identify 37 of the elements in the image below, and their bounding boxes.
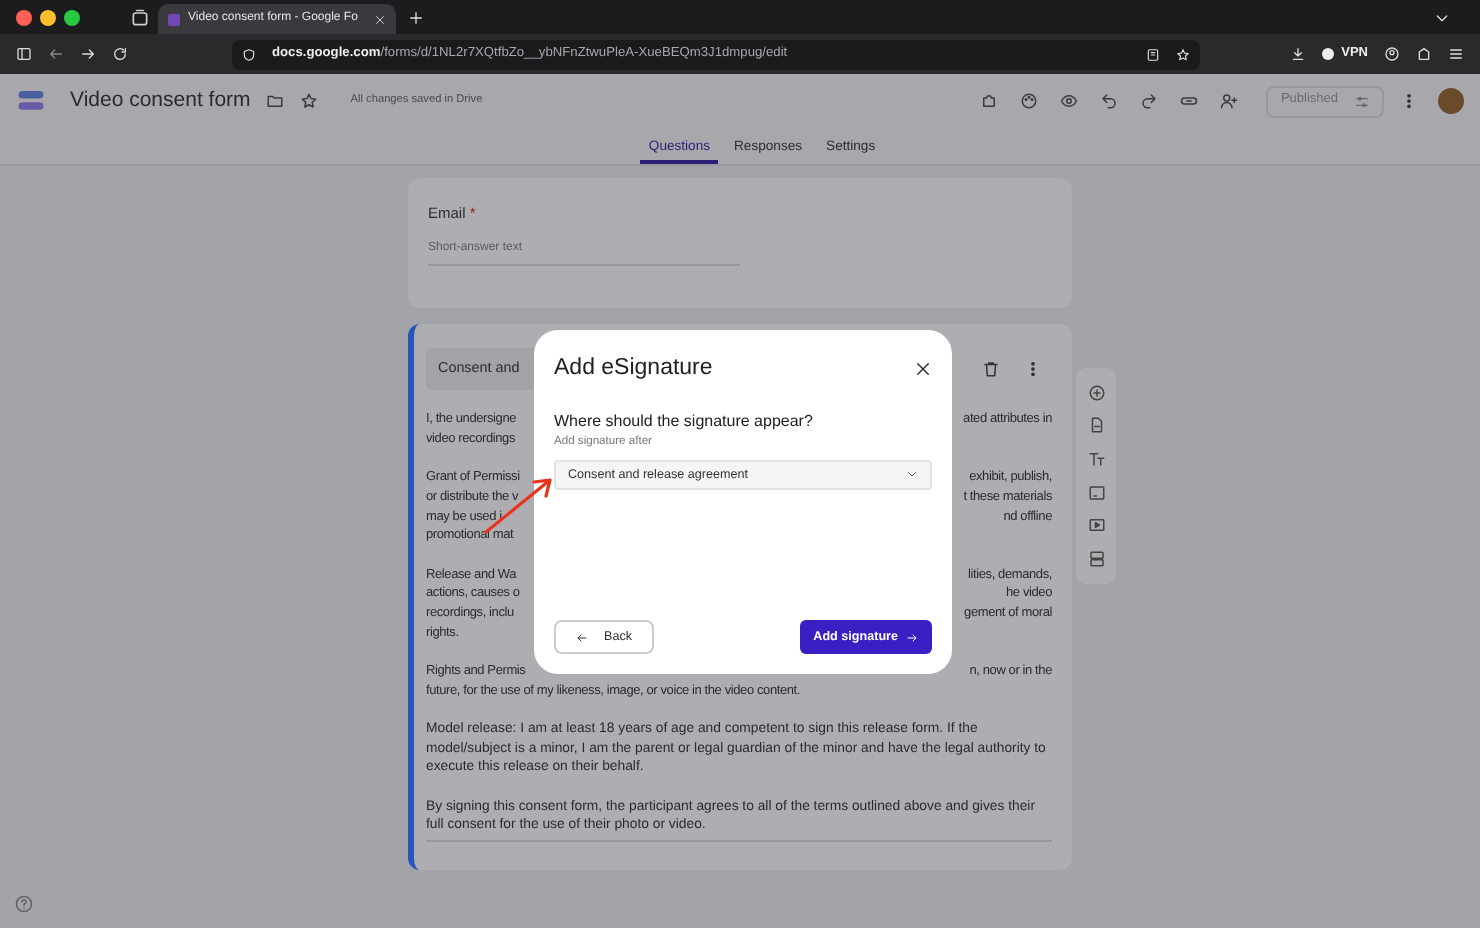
video-icon[interactable] [1087, 516, 1105, 535]
profile-icon[interactable] [1384, 46, 1400, 62]
section-icon[interactable] [1087, 550, 1105, 569]
add-circle-icon[interactable] [1087, 383, 1105, 402]
arrow-right-icon [906, 631, 918, 643]
form-title[interactable]: Video consent form [70, 85, 251, 117]
text-icon[interactable] [1087, 450, 1105, 469]
sliders-icon [1354, 93, 1370, 109]
forward-icon[interactable] [80, 46, 96, 62]
chevron-down-icon [906, 468, 918, 481]
menu-icon[interactable] [1448, 46, 1464, 62]
tab-group-icon[interactable] [130, 7, 150, 27]
shield-icon [242, 47, 256, 61]
new-tab-icon[interactable] [407, 9, 424, 25]
trash-icon[interactable] [982, 360, 1000, 379]
form-favicon [168, 13, 180, 25]
download-icon[interactable] [1289, 46, 1306, 62]
chevron-down-icon[interactable] [1434, 9, 1450, 25]
dialog-question: Where should the signature appear? [554, 410, 815, 435]
folder-icon[interactable] [266, 92, 285, 110]
arrow-left-icon [576, 631, 588, 643]
star-icon[interactable] [300, 92, 319, 110]
import-icon[interactable] [1087, 416, 1105, 435]
link-icon[interactable] [1180, 92, 1199, 110]
add-person-icon[interactable] [1220, 92, 1239, 110]
reader-icon[interactable] [1146, 47, 1160, 61]
reload-icon[interactable] [112, 46, 128, 62]
image-icon[interactable] [1087, 483, 1105, 502]
sidebar-icon[interactable] [16, 46, 32, 62]
back-icon[interactable] [48, 46, 64, 62]
forms-logo-icon[interactable] [16, 86, 46, 116]
close-icon[interactable] [914, 360, 932, 379]
eye-icon[interactable] [1060, 92, 1079, 110]
avatar[interactable] [1438, 88, 1464, 114]
redo-icon[interactable] [1140, 92, 1159, 110]
undo-icon[interactable] [1100, 92, 1119, 110]
palette-icon[interactable] [1020, 92, 1039, 110]
